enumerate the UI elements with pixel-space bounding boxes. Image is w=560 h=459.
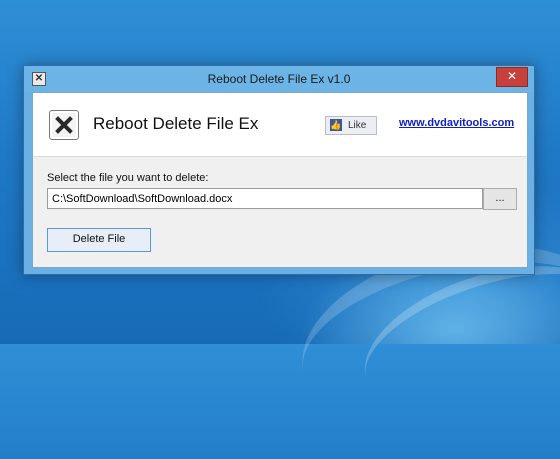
title-bar[interactable]: ✕ Reboot Delete File Ex v1.0 ✕ (24, 66, 534, 92)
header-panel: Reboot Delete File Ex 👍 Like www.dvdavit… (33, 93, 527, 157)
x-icon (49, 110, 79, 140)
close-button[interactable]: ✕ (496, 67, 528, 87)
window-client-area: Reboot Delete File Ex 👍 Like www.dvdavit… (32, 92, 528, 268)
like-label: Like (348, 120, 367, 131)
thumbs-up-icon: 👍 (330, 119, 342, 131)
file-path-input[interactable] (47, 188, 483, 209)
window-title: Reboot Delete File Ex v1.0 (207, 72, 351, 86)
close-icon: ✕ (506, 69, 518, 83)
website-link[interactable]: www.dvdavitools.com (399, 117, 514, 129)
delete-file-button[interactable]: Delete File (47, 228, 151, 252)
file-prompt-label: Select the file you want to delete: (47, 172, 209, 184)
like-button[interactable]: 👍 Like (325, 116, 377, 135)
app-window: ✕ Reboot Delete File Ex v1.0 ✕ Reboot De… (23, 65, 535, 275)
app-name: Reboot Delete File Ex (93, 114, 259, 133)
browse-button[interactable]: ... (483, 188, 517, 210)
